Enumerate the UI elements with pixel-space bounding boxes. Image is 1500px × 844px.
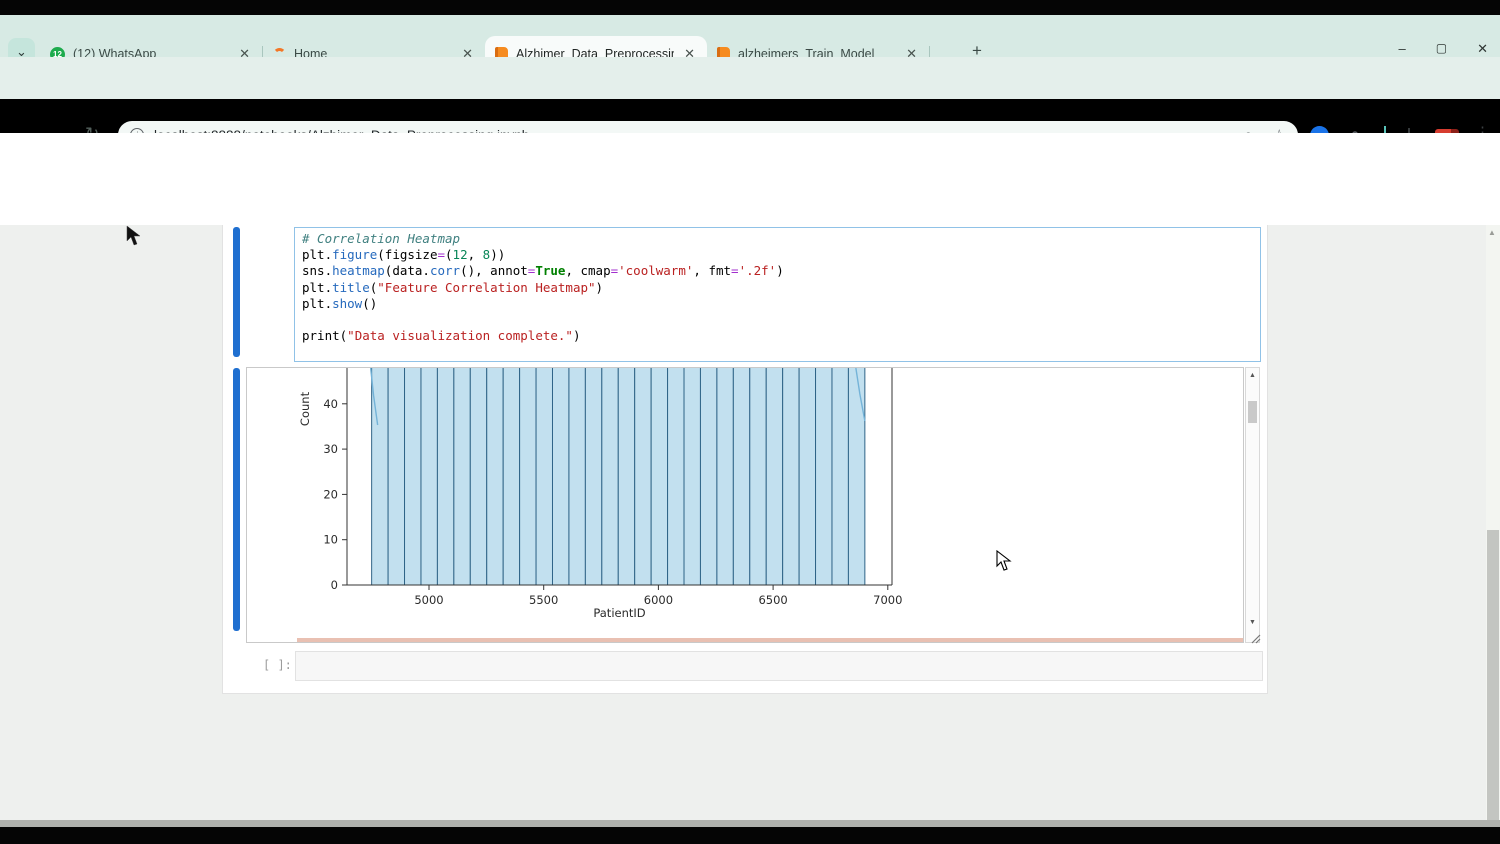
notebook-panel: # Correlation Heatmap plt.figure(figsize… [222,225,1268,694]
svg-text:6500: 6500 [758,593,787,607]
window-bottom-edge [0,820,1500,827]
output-scroll-thumb[interactable] [1248,401,1257,423]
maximize-button[interactable]: ▢ [1436,41,1447,57]
output-cell-indicator[interactable] [233,368,240,631]
heatmap-figure-edge [297,638,1244,643]
window-controls: – ▢ ✕ [1399,41,1488,57]
letterbox-bottom [0,827,1500,844]
svg-text:5000: 5000 [414,593,443,607]
svg-text:30: 30 [323,442,338,456]
jupyter-header: jupyter Alzhimer_Data_Preprocessing Last… [0,133,1500,225]
mouse-cursor [996,550,1012,572]
code-cell[interactable]: # Correlation Heatmap plt.figure(figsize… [294,227,1261,362]
mouse-cursor-secondary [126,225,142,247]
empty-code-cell[interactable] [295,651,1263,681]
svg-text:5500: 5500 [529,593,558,607]
svg-text:40: 40 [323,397,338,411]
svg-text:0: 0 [331,578,338,592]
scroll-up-icon: ▲ [1246,372,1259,379]
svg-text:10: 10 [323,533,338,547]
output-scrollbar[interactable]: ▲ ▼ [1245,367,1260,643]
svg-text:PatientID: PatientID [593,606,645,620]
scroll-down-icon: ▼ [1246,619,1259,626]
page-scroll-up-icon: ▲ [1488,228,1496,237]
output-resize-handle[interactable] [1249,632,1261,644]
code-editor[interactable]: # Correlation Heatmap plt.figure(figsize… [302,231,784,344]
empty-cell-prompt: [ ]: [263,658,292,672]
letterbox-top [0,0,1500,15]
close-button[interactable]: ✕ [1477,41,1488,57]
browser-toolbar: ← → ↻ i localhost:8888/notebooks/Alzhime… [0,57,1500,99]
svg-text:20: 20 [323,487,338,501]
svg-text:6000: 6000 [644,593,673,607]
screen: ⌄ 12(12) WhatsApp✕Home✕Alzhimer_Data_Pre… [0,0,1500,844]
selected-cell-indicator[interactable] [233,227,240,357]
histogram-figure: 0 10 20 30 40 5000 5500 6000 6500 7000 Count Patien… [247,368,1243,642]
output-area[interactable]: 0 10 20 30 40 5000 5500 6000 6500 7000 Count Patien… [246,367,1244,643]
svg-text:Count: Count [298,391,312,426]
page-scroll-thumb[interactable] [1487,530,1499,820]
browser-tabstrip: ⌄ 12(12) WhatsApp✕Home✕Alzhimer_Data_Pre… [0,15,1500,57]
svg-text:7000: 7000 [873,593,902,607]
notebook-page: # Correlation Heatmap plt.figure(figsize… [0,225,1500,820]
minimize-button[interactable]: – [1399,41,1406,57]
page-scrollbar[interactable]: ▲ [1486,225,1500,820]
